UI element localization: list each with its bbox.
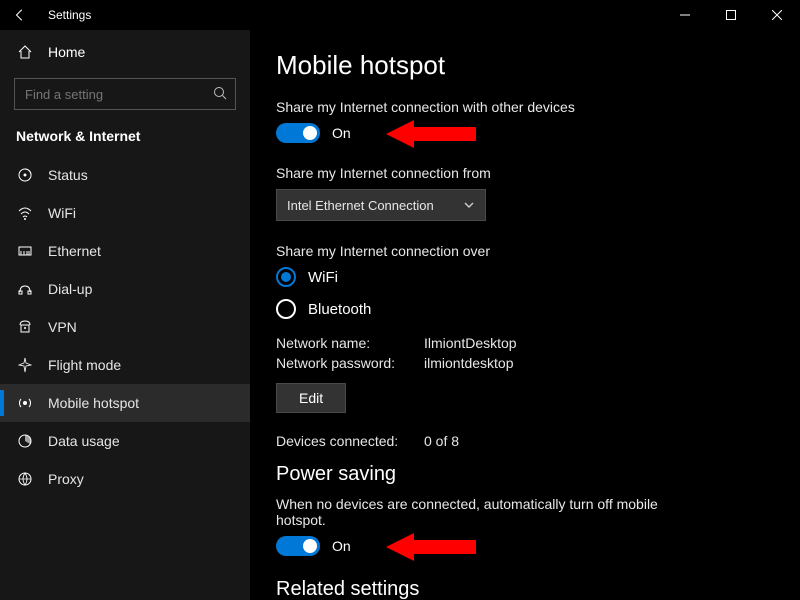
home-label: Home bbox=[48, 44, 85, 60]
sidebar-item-vpn[interactable]: VPN bbox=[0, 308, 250, 346]
sidebar-item-label: Mobile hotspot bbox=[48, 395, 139, 411]
sidebar-item-wifi[interactable]: WiFi bbox=[0, 194, 250, 232]
ethernet-icon bbox=[16, 243, 34, 259]
window-title: Settings bbox=[48, 8, 91, 22]
connection-from-value: Intel Ethernet Connection bbox=[287, 198, 434, 213]
over-label: Share my Internet connection over bbox=[276, 243, 774, 259]
sidebar-item-data-usage[interactable]: Data usage bbox=[0, 422, 250, 460]
sidebar-item-label: WiFi bbox=[48, 205, 76, 221]
sidebar-item-label: Ethernet bbox=[48, 243, 101, 259]
network-name-label: Network name: bbox=[276, 335, 416, 351]
wifi-icon bbox=[16, 205, 34, 221]
close-button[interactable] bbox=[754, 0, 800, 30]
sidebar: Home Network & Internet Status WiFi Ethern… bbox=[0, 30, 250, 600]
sidebar-section-label: Network & Internet bbox=[0, 122, 250, 156]
search-icon bbox=[212, 85, 228, 101]
back-button[interactable] bbox=[6, 1, 34, 29]
sidebar-item-flight-mode[interactable]: Flight mode bbox=[0, 346, 250, 384]
radio-option-wifi[interactable]: WiFi bbox=[276, 267, 774, 287]
annotation-arrow-icon bbox=[386, 117, 476, 151]
sidebar-item-proxy[interactable]: Proxy bbox=[0, 460, 250, 498]
home-nav[interactable]: Home bbox=[0, 34, 250, 70]
radio-label: WiFi bbox=[308, 269, 338, 286]
page-title: Mobile hotspot bbox=[276, 50, 774, 81]
network-password-label: Network password: bbox=[276, 355, 416, 371]
radio-icon bbox=[276, 299, 296, 319]
minimize-button[interactable] bbox=[662, 0, 708, 30]
proxy-icon bbox=[16, 471, 34, 487]
power-saving-toggle-state: On bbox=[332, 538, 351, 554]
power-saving-desc: When no devices are connected, automatic… bbox=[276, 496, 696, 528]
sidebar-item-label: Data usage bbox=[48, 433, 120, 449]
power-saving-toggle[interactable] bbox=[276, 536, 320, 556]
sidebar-item-status[interactable]: Status bbox=[0, 156, 250, 194]
share-label: Share my Internet connection with other … bbox=[276, 99, 774, 115]
datausage-icon bbox=[16, 433, 34, 449]
sidebar-item-label: Flight mode bbox=[48, 357, 121, 373]
content-pane: Mobile hotspot Share my Internet connect… bbox=[250, 30, 800, 600]
search-input[interactable] bbox=[14, 78, 236, 110]
radio-icon bbox=[276, 267, 296, 287]
radio-option-bluetooth[interactable]: Bluetooth bbox=[276, 299, 774, 319]
sidebar-item-label: Dial-up bbox=[48, 281, 92, 297]
airplane-icon bbox=[16, 357, 34, 373]
from-label: Share my Internet connection from bbox=[276, 165, 774, 181]
sidebar-item-mobile-hotspot[interactable]: Mobile hotspot bbox=[0, 384, 250, 422]
sidebar-item-dial-up[interactable]: Dial-up bbox=[0, 270, 250, 308]
home-icon bbox=[16, 44, 34, 60]
share-toggle[interactable] bbox=[276, 123, 320, 143]
network-password-value: ilmiontdesktop bbox=[424, 355, 514, 371]
annotation-arrow-icon bbox=[386, 530, 476, 564]
devices-connected-label: Devices connected: bbox=[276, 433, 416, 449]
dialup-icon bbox=[16, 281, 34, 297]
power-saving-heading: Power saving bbox=[276, 463, 774, 486]
sidebar-item-label: Status bbox=[48, 167, 88, 183]
hotspot-icon bbox=[16, 395, 34, 411]
edit-button[interactable]: Edit bbox=[276, 383, 346, 413]
sidebar-item-label: Proxy bbox=[48, 471, 84, 487]
maximize-button[interactable] bbox=[708, 0, 754, 30]
sidebar-item-label: VPN bbox=[48, 319, 77, 335]
related-settings-heading: Related settings bbox=[276, 578, 774, 600]
radio-label: Bluetooth bbox=[308, 301, 371, 318]
connection-from-dropdown[interactable]: Intel Ethernet Connection bbox=[276, 189, 486, 221]
network-name-value: IlmiontDesktop bbox=[424, 335, 517, 351]
sidebar-item-ethernet[interactable]: Ethernet bbox=[0, 232, 250, 270]
chevron-down-icon bbox=[463, 199, 475, 211]
share-toggle-state: On bbox=[332, 125, 351, 141]
vpn-icon bbox=[16, 319, 34, 335]
status-icon bbox=[16, 167, 34, 183]
devices-connected-value: 0 of 8 bbox=[424, 433, 459, 449]
